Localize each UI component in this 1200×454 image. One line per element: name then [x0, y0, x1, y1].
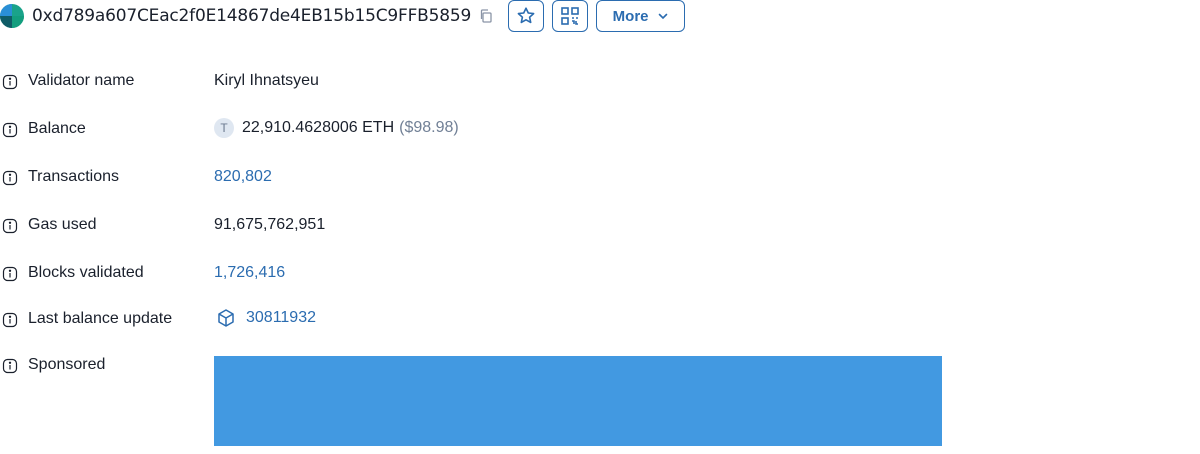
- star-icon: [516, 6, 536, 26]
- detail-row-gas-used: Gas used 91,675,762,951: [0, 214, 325, 238]
- detail-row-blocks-validated: Blocks validated 1,726,416: [0, 262, 285, 286]
- avatar: [0, 4, 24, 28]
- more-menu-button[interactable]: More: [596, 0, 686, 32]
- balance-value: T 22,910.4628006 ETH ($98.98): [214, 118, 459, 138]
- address-header: 0xd789a607CEac2f0E14867de4EB15b15C9FFB58…: [0, 0, 686, 32]
- last-balance-update-block-link[interactable]: 30811932: [246, 309, 316, 327]
- info-icon[interactable]: [2, 170, 18, 186]
- blocks-validated-link[interactable]: 1,726,416: [214, 264, 285, 282]
- detail-label: Validator name: [28, 72, 135, 89]
- more-label: More: [612, 7, 649, 25]
- detail-row-sponsored: Sponsored: [0, 354, 105, 378]
- info-icon[interactable]: [2, 122, 18, 138]
- block-cube-icon: [216, 308, 236, 328]
- qr-code-icon: [560, 6, 580, 26]
- info-icon[interactable]: [2, 266, 18, 282]
- info-icon[interactable]: [2, 74, 18, 90]
- detail-row-validator-name: Validator name Kiryl Ihnatsyeu: [0, 70, 319, 94]
- detail-label: Balance: [28, 120, 86, 137]
- validator-name-value: Kiryl Ihnatsyeu: [214, 72, 319, 89]
- info-icon[interactable]: [2, 312, 18, 328]
- chevron-down-icon: [657, 10, 669, 22]
- detail-label: Last balance update: [28, 310, 173, 327]
- add-to-watchlist-button[interactable]: [508, 0, 545, 32]
- balance-amount: 22,910.4628006 ETH: [242, 119, 395, 136]
- detail-row-transactions: Transactions 820,802: [0, 166, 272, 190]
- address-hash: 0xd789a607CEac2f0E14867de4EB15b15C9FFB58…: [32, 6, 472, 26]
- token-icon: T: [214, 118, 234, 138]
- detail-label: Transactions: [28, 168, 119, 185]
- detail-label: Sponsored: [28, 356, 106, 373]
- balance-usd: ($98.98): [399, 119, 459, 136]
- sponsored-banner[interactable]: [214, 356, 942, 446]
- info-icon[interactable]: [2, 218, 18, 234]
- last-balance-update-value: 30811932: [214, 308, 316, 328]
- detail-row-last-balance-update: Last balance update 30811932: [0, 308, 316, 332]
- info-icon[interactable]: [2, 358, 18, 374]
- qr-code-button[interactable]: [552, 0, 589, 32]
- gas-used-value: 91,675,762,951: [214, 216, 326, 233]
- transactions-link[interactable]: 820,802: [214, 168, 272, 186]
- detail-label: Blocks validated: [28, 264, 144, 281]
- detail-label: Gas used: [28, 216, 97, 233]
- copy-icon[interactable]: [479, 9, 493, 23]
- detail-row-balance: Balance T 22,910.4628006 ETH ($98.98): [0, 118, 459, 142]
